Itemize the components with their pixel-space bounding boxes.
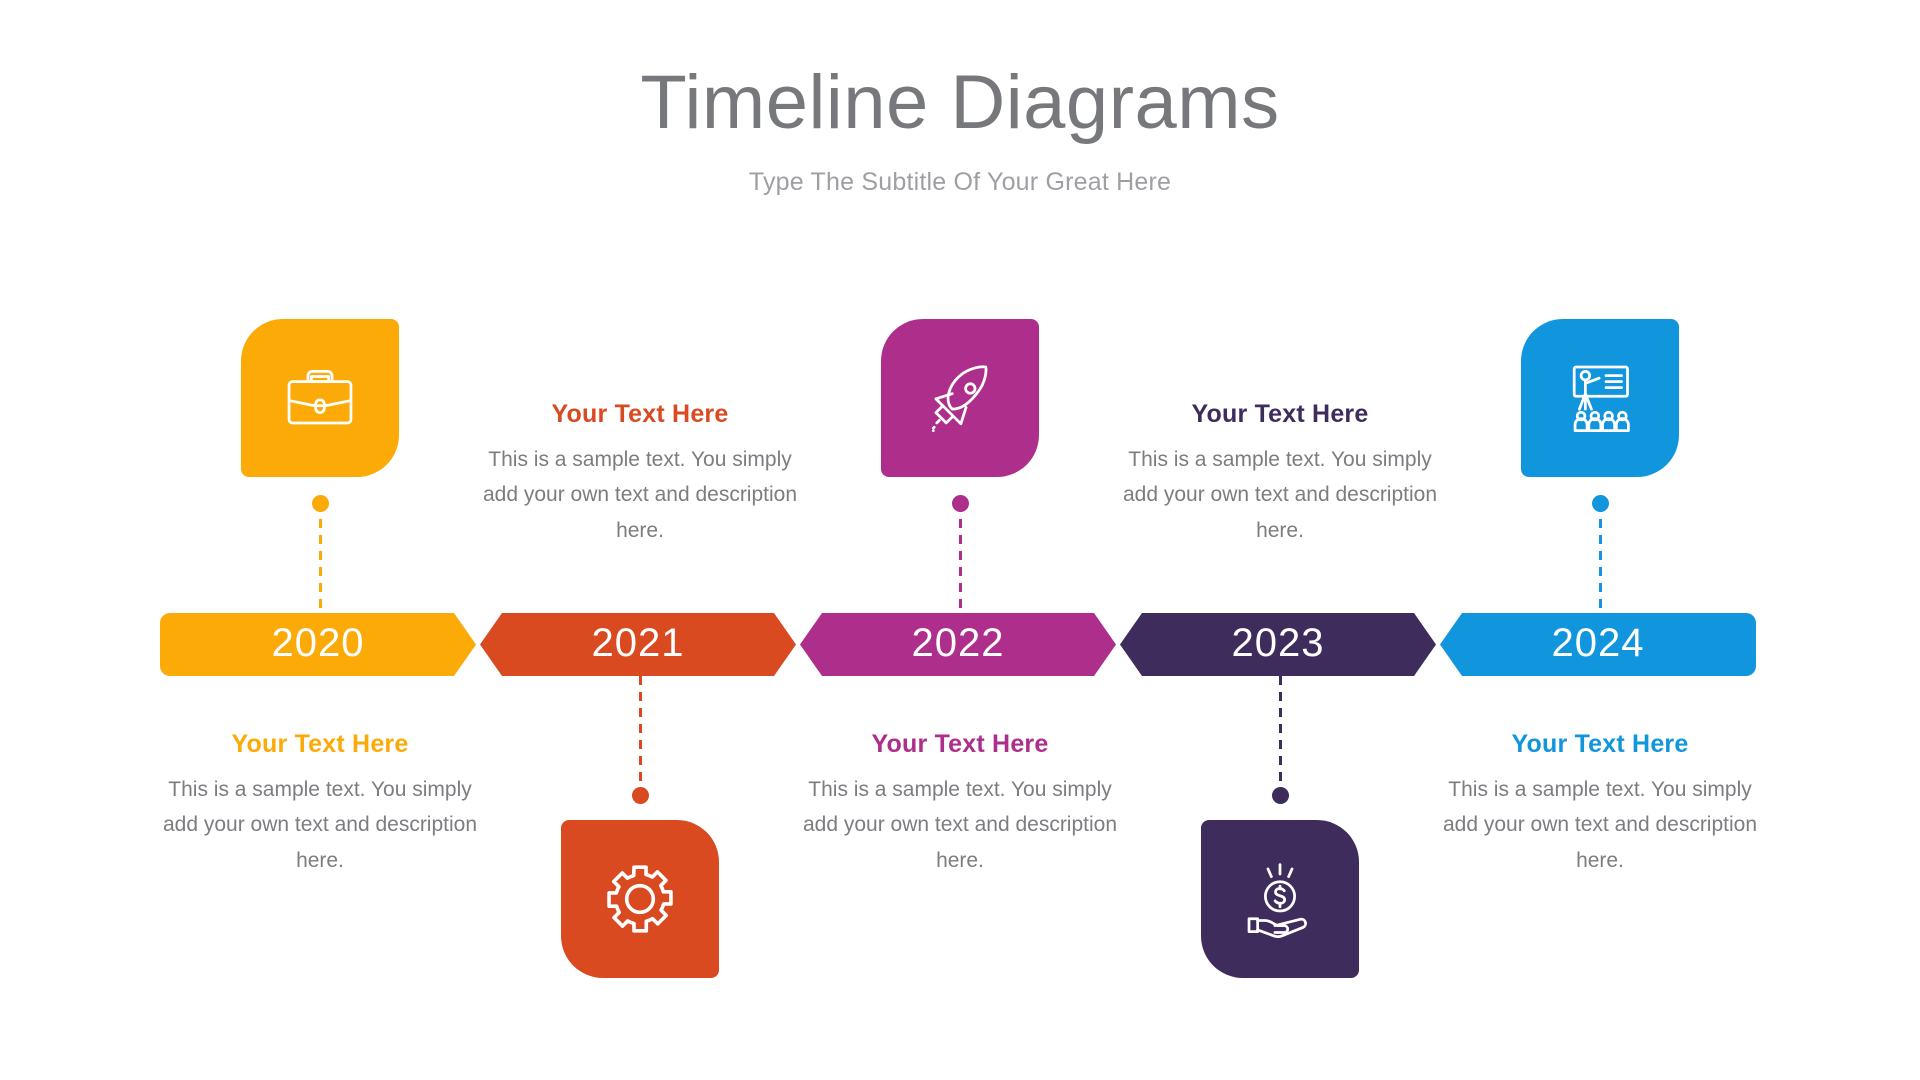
- text-block-heading: Your Text Here: [871, 730, 1049, 758]
- text-block-2020: Your Text Here This is a sample text. You…: [160, 730, 480, 878]
- briefcase-icon: [277, 355, 363, 441]
- text-block-body: This is a sample text. You simply add yo…: [482, 448, 798, 542]
- timeline-segment-2021[interactable]: 2021: [480, 613, 796, 676]
- segment-year-label: 2024: [1551, 621, 1645, 665]
- text-block-body: This is a sample text. You simply add yo…: [162, 778, 478, 872]
- timeline-segment-2022[interactable]: 2022: [800, 613, 1116, 676]
- segment-year-label: 2022: [911, 621, 1005, 665]
- connector-dot: [1591, 495, 1609, 512]
- gear-icon: [597, 856, 683, 942]
- dashed-line: [638, 676, 642, 796]
- text-block-heading: Your Text Here: [1191, 400, 1369, 428]
- page-subtitle: Type The Subtitle Of Your Great Here: [748, 168, 1172, 197]
- timeline-segment-2020[interactable]: 2020: [160, 613, 476, 676]
- text-block-body: This is a sample text. You simply add yo…: [802, 778, 1118, 872]
- icon-tile-2022[interactable]: [881, 319, 1039, 477]
- connector-line-2022: [951, 495, 969, 613]
- connector-line-2021: [631, 676, 649, 804]
- slide-header: Timeline Diagrams Type The Subtitle Of Y…: [0, 60, 1920, 197]
- presentation-training-icon: [1557, 355, 1643, 441]
- icon-tile-2023[interactable]: [1201, 820, 1359, 978]
- text-block-body: This is a sample text. You simply add yo…: [1122, 448, 1438, 542]
- text-block-2022: Your Text Here This is a sample text. You…: [800, 730, 1120, 878]
- connector-dot: [631, 787, 649, 804]
- icon-tile-2020[interactable]: [241, 319, 399, 477]
- dashed-line: [958, 503, 962, 613]
- timeline-bar: 2020 2021 2022 2023 2024: [160, 613, 1760, 676]
- dashed-line: [1278, 676, 1282, 796]
- segment-year-label: 2023: [1231, 621, 1325, 665]
- page-title: Timeline Diagrams: [640, 60, 1280, 145]
- timeline-segment-2024[interactable]: 2024: [1440, 613, 1756, 676]
- icon-tile-2021[interactable]: [561, 820, 719, 978]
- text-block-2023: Your Text Here This is a sample text. You…: [1120, 400, 1440, 548]
- text-block-heading: Your Text Here: [1511, 730, 1689, 758]
- money-in-hand-icon: [1237, 856, 1323, 942]
- connector-dot: [951, 495, 969, 512]
- connector-line-2024: [1591, 495, 1609, 613]
- connector-line-2023: [1271, 676, 1289, 804]
- text-block-body: This is a sample text. You simply add yo…: [1442, 778, 1758, 872]
- segment-year-label: 2021: [591, 621, 685, 665]
- dashed-line: [318, 503, 322, 613]
- text-block-heading: Your Text Here: [231, 730, 409, 758]
- timeline-segment-2023[interactable]: 2023: [1120, 613, 1436, 676]
- connector-dot: [1271, 787, 1289, 804]
- connector-line-2020: [311, 495, 329, 613]
- text-block-heading: Your Text Here: [551, 400, 729, 428]
- timeline-slide: Timeline Diagrams Type The Subtitle Of Y…: [0, 0, 1920, 1080]
- text-block-2021: Your Text Here This is a sample text. You…: [480, 400, 800, 548]
- icon-tile-2024[interactable]: [1521, 319, 1679, 477]
- connector-dot: [311, 495, 329, 512]
- rocket-icon: [917, 355, 1003, 441]
- text-block-2024: Your Text Here This is a sample text. You…: [1440, 730, 1760, 878]
- segment-year-label: 2020: [271, 621, 365, 665]
- dashed-line: [1598, 503, 1602, 613]
